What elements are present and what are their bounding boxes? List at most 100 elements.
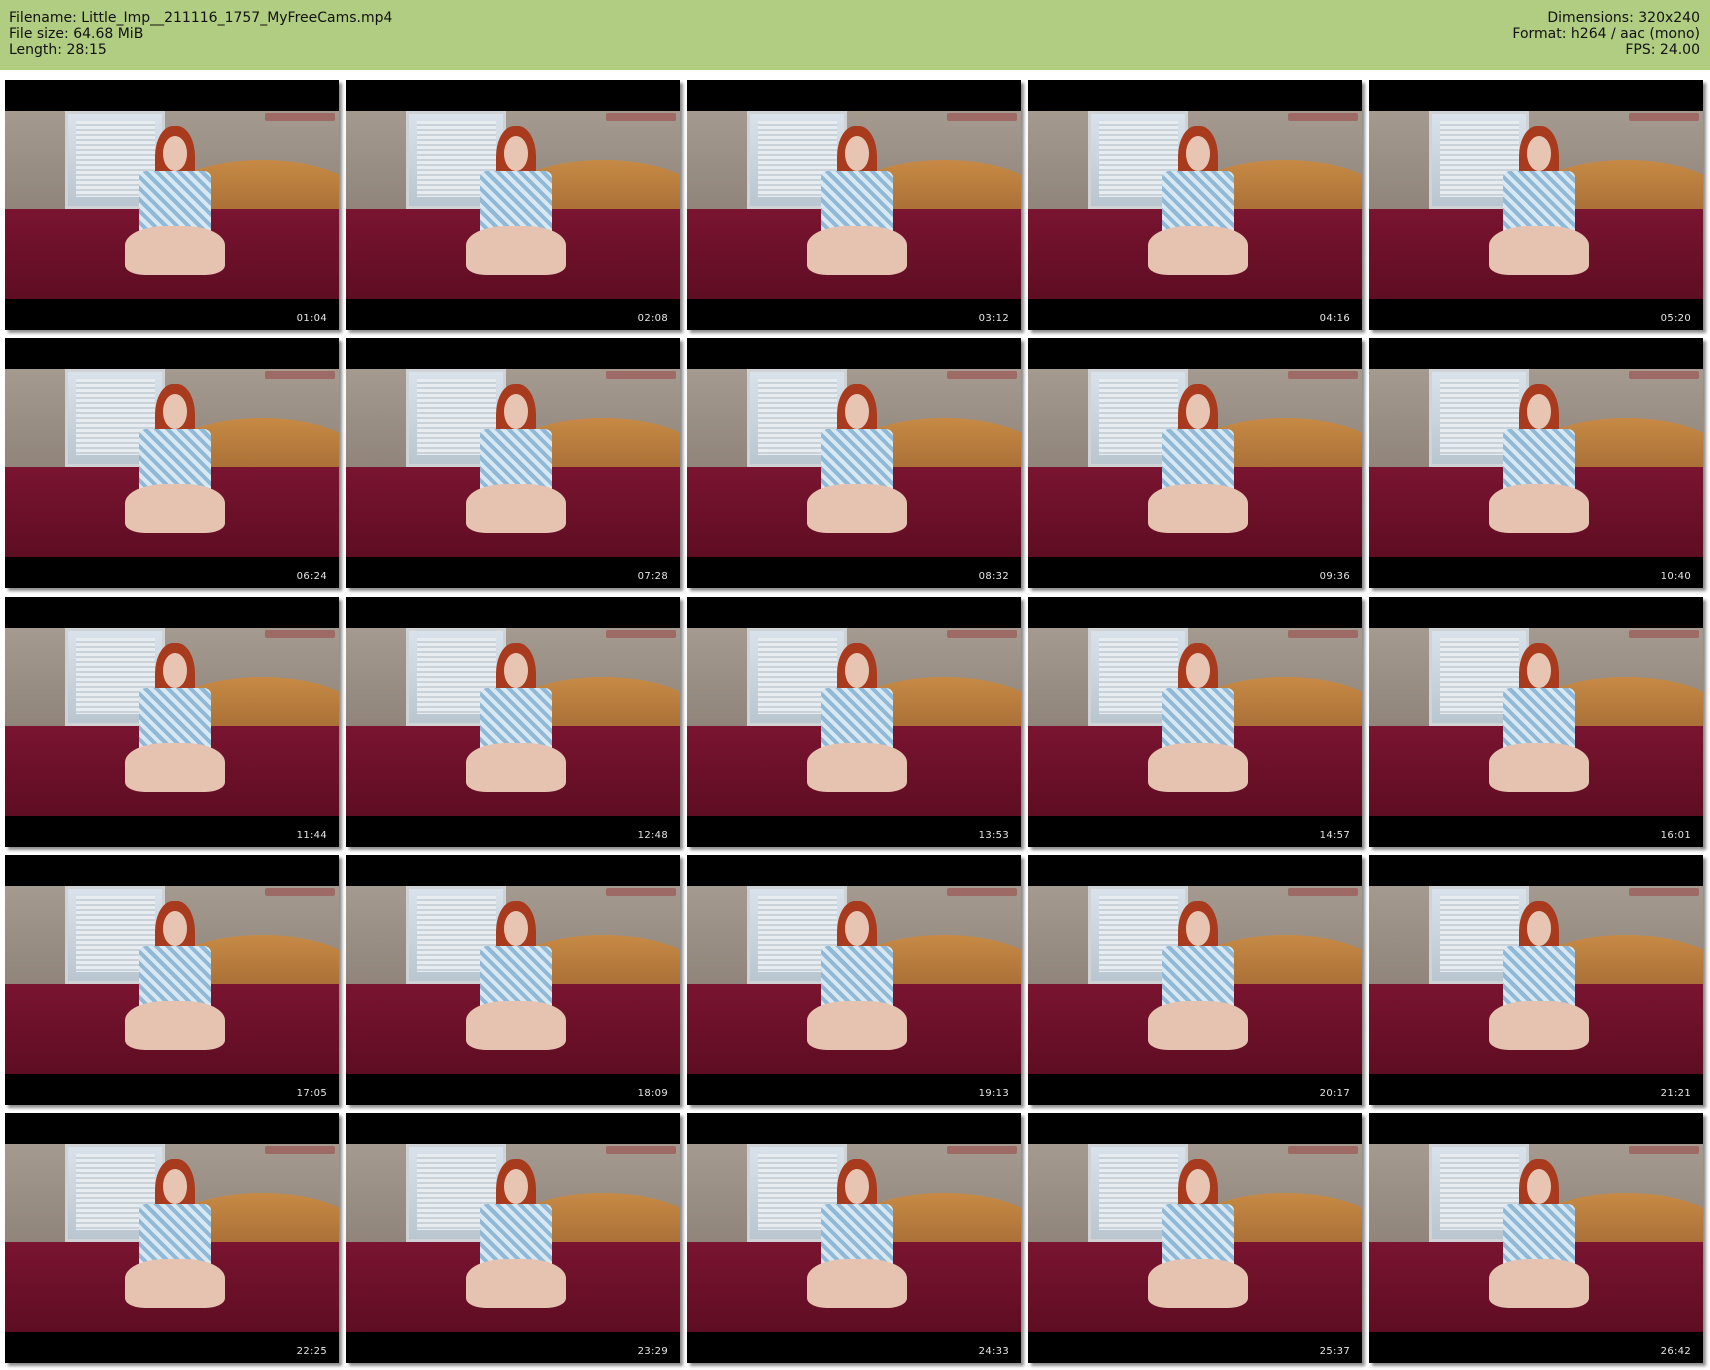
video-frame-image	[5, 111, 339, 299]
figure-legs	[1148, 1259, 1249, 1308]
thumbnail-timestamp: 17:05	[296, 1088, 327, 1099]
thumbnail-timestamp: 04:16	[1319, 313, 1350, 324]
header-right-column: Dimensions: 320x240 Format: h264 / aac (…	[1512, 10, 1700, 58]
thumbnail-tile: 09:36	[1028, 338, 1362, 588]
video-frame-image	[5, 369, 339, 557]
thumbnail-timestamp: 06:24	[296, 571, 327, 582]
thumbnail-timestamp: 19:13	[978, 1088, 1009, 1099]
figure-legs	[807, 484, 908, 533]
video-frame-image	[5, 628, 339, 816]
frame-figure	[1489, 1159, 1590, 1321]
video-frame-image	[346, 1144, 680, 1332]
thumbnail-timestamp: 21:21	[1660, 1088, 1691, 1099]
frame-figure	[807, 1159, 908, 1321]
thumbnail-tile: 07:28	[346, 338, 680, 588]
watermark-logo	[606, 113, 676, 121]
video-frame-image	[1369, 111, 1703, 299]
watermark-logo	[606, 630, 676, 638]
frame-figure	[125, 901, 226, 1063]
figure-legs	[125, 1259, 226, 1308]
video-frame-image	[1028, 1144, 1362, 1332]
watermark-logo	[947, 113, 1017, 121]
watermark-logo	[265, 888, 335, 896]
video-frame-image	[346, 628, 680, 816]
video-frame-image	[687, 886, 1021, 1074]
video-frame-image	[1028, 886, 1362, 1074]
figure-legs	[807, 743, 908, 792]
video-frame-image	[5, 1144, 339, 1332]
thumbnail-timestamp: 13:53	[978, 830, 1009, 841]
thumbnail-timestamp: 02:08	[637, 313, 668, 324]
thumbnail-tile: 02:08	[346, 80, 680, 330]
watermark-logo	[947, 371, 1017, 379]
figure-legs	[1489, 743, 1590, 792]
thumbnail-tile: 25:37	[1028, 1113, 1362, 1363]
figure-legs	[1148, 226, 1249, 275]
figure-legs	[1148, 484, 1249, 533]
figure-legs	[125, 743, 226, 792]
figure-legs	[466, 1259, 567, 1308]
video-frame-image	[1369, 369, 1703, 557]
thumbnail-tile: 04:16	[1028, 80, 1362, 330]
fps-text: FPS: 24.00	[1625, 42, 1700, 58]
figure-legs	[466, 743, 567, 792]
figure-legs	[125, 226, 226, 275]
thumbnail-tile: 08:32	[687, 338, 1021, 588]
thumbnail-tile: 22:25	[5, 1113, 339, 1363]
watermark-logo	[265, 1146, 335, 1154]
watermark-logo	[265, 113, 335, 121]
frame-figure	[466, 126, 567, 288]
format-text: Format: h264 / aac (mono)	[1512, 26, 1700, 42]
thumbnail-timestamp: 26:42	[1660, 1346, 1691, 1357]
video-frame-image	[346, 369, 680, 557]
figure-legs	[1489, 226, 1590, 275]
thumbnail-tile: 10:40	[1369, 338, 1703, 588]
thumbnail-tile: 03:12	[687, 80, 1021, 330]
figure-legs	[1148, 743, 1249, 792]
frame-figure	[1489, 126, 1590, 288]
frame-figure	[1148, 643, 1249, 805]
video-frame-image	[687, 111, 1021, 299]
watermark-logo	[1629, 113, 1699, 121]
watermark-logo	[1629, 1146, 1699, 1154]
info-header: Filename: Little_Imp__211116_1757_MyFree…	[0, 0, 1710, 70]
thumbnail-tile: 21:21	[1369, 855, 1703, 1105]
thumbnail-timestamp: 12:48	[637, 830, 668, 841]
frame-figure	[466, 1159, 567, 1321]
figure-legs	[1489, 1001, 1590, 1050]
thumbnail-tile: 01:04	[5, 80, 339, 330]
thumbnail-timestamp: 22:25	[296, 1346, 327, 1357]
video-frame-image	[346, 886, 680, 1074]
figure-legs	[466, 226, 567, 275]
watermark-logo	[606, 1146, 676, 1154]
thumbnail-tile: 20:17	[1028, 855, 1362, 1105]
watermark-logo	[947, 888, 1017, 896]
figure-legs	[807, 226, 908, 275]
thumbnail-tile: 16:01	[1369, 597, 1703, 847]
thumbnail-tile: 18:09	[346, 855, 680, 1105]
frame-figure	[807, 126, 908, 288]
video-frame-image	[1369, 886, 1703, 1074]
figure-legs	[466, 1001, 567, 1050]
frame-figure	[125, 643, 226, 805]
frame-figure	[1148, 901, 1249, 1063]
thumbnail-timestamp: 20:17	[1319, 1088, 1350, 1099]
video-frame-image	[687, 1144, 1021, 1332]
thumbnail-tile: 13:53	[687, 597, 1021, 847]
thumbnail-tile: 12:48	[346, 597, 680, 847]
thumbnail-tile: 05:20	[1369, 80, 1703, 330]
frame-figure	[1489, 643, 1590, 805]
frame-figure	[125, 126, 226, 288]
watermark-logo	[265, 630, 335, 638]
video-frame-image	[687, 628, 1021, 816]
thumbnail-timestamp: 16:01	[1660, 830, 1691, 841]
video-frame-image	[1028, 369, 1362, 557]
header-left-column: Filename: Little_Imp__211116_1757_MyFree…	[9, 10, 392, 58]
video-frame-image	[1028, 111, 1362, 299]
watermark-logo	[1629, 630, 1699, 638]
frame-figure	[125, 1159, 226, 1321]
figure-legs	[466, 484, 567, 533]
figure-legs	[1489, 484, 1590, 533]
watermark-logo	[1288, 888, 1358, 896]
thumbnail-timestamp: 07:28	[637, 571, 668, 582]
